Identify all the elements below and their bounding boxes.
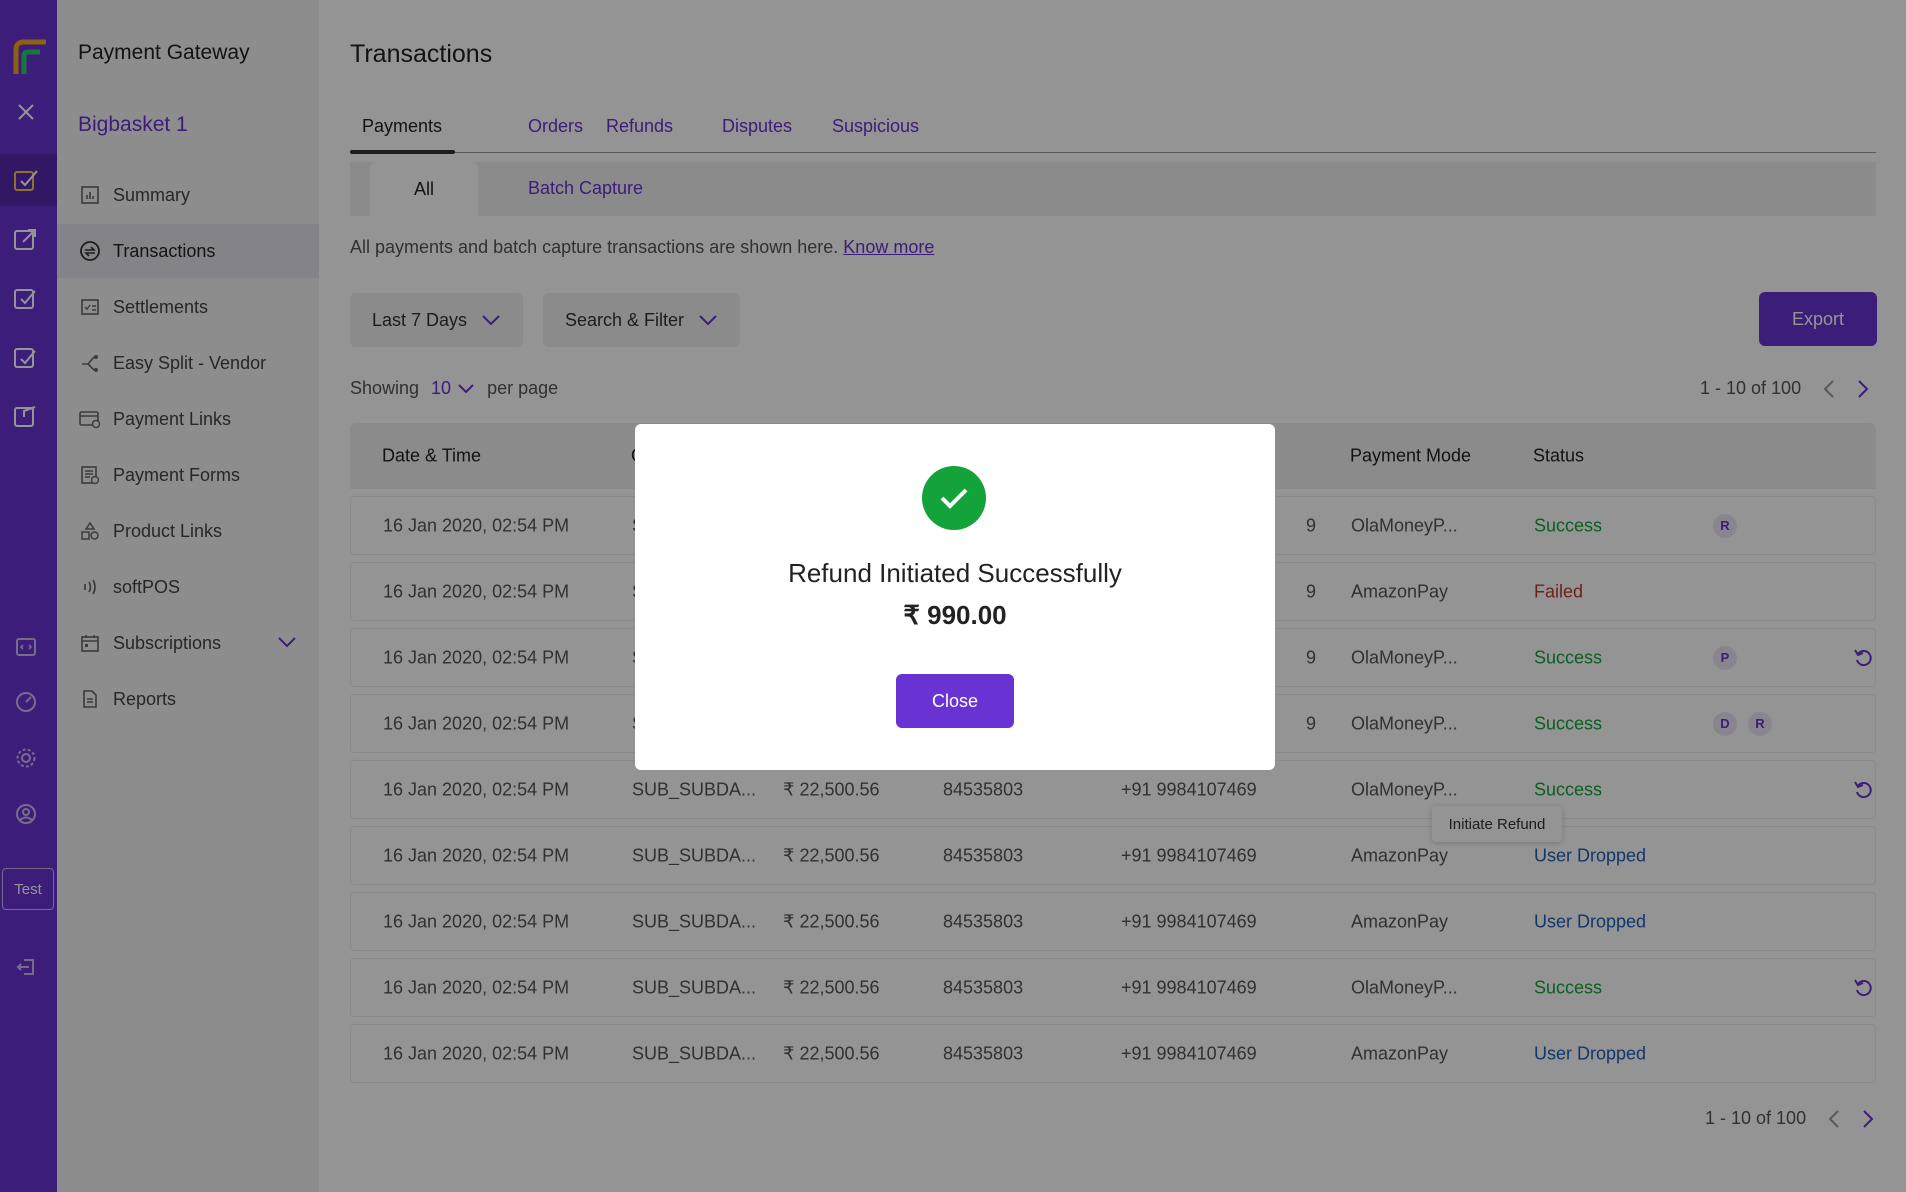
success-check-icon <box>922 466 986 530</box>
modal-amount: ₹ 990.00 <box>903 600 1007 630</box>
refund-success-modal: Refund Initiated Successfully ₹ 990.00 C… <box>635 424 1275 770</box>
modal-message: Refund Initiated Successfully <box>788 558 1122 588</box>
close-button[interactable]: Close <box>896 674 1014 728</box>
